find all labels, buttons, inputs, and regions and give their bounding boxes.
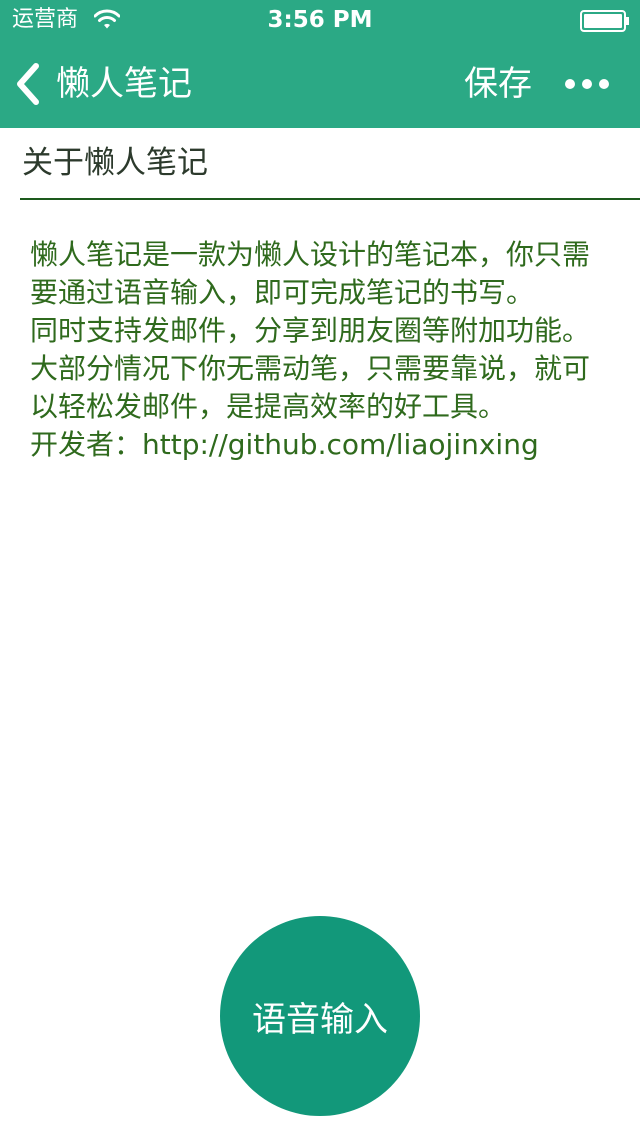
voice-input-label: 语音输入 — [252, 999, 388, 1040]
back-button-label: 懒人笔记 — [56, 64, 192, 104]
chevron-left-icon — [17, 63, 39, 105]
note-title-input[interactable] — [20, 128, 640, 200]
battery-icon — [580, 10, 629, 32]
note-body-text[interactable]: 懒人笔记是一款为懒人设计的笔记本，你只需要通过语音输入，即可完成笔记的书写。 同… — [30, 236, 610, 464]
status-time: 3:56 PM — [267, 7, 373, 33]
status-bar: 运营商 3:56 PM — [0, 0, 640, 40]
navigation-bar: 懒人笔记 保存 — [0, 40, 640, 128]
more-horizontal-icon[interactable] — [562, 70, 612, 98]
back-button[interactable]: 懒人笔记 — [12, 56, 192, 112]
save-button[interactable]: 保存 — [464, 56, 532, 112]
voice-input-button[interactable]: 语音输入 — [220, 916, 420, 1116]
top-bar: 运营商 3:56 PM 懒人笔记 保存 — [0, 0, 640, 128]
